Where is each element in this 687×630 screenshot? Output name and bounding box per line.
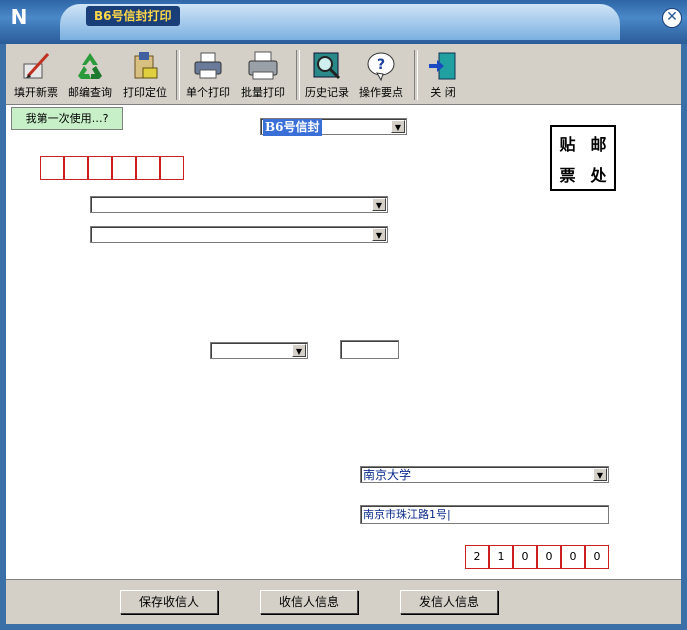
- locate-icon: [134, 52, 158, 79]
- history-button[interactable]: 历史记录: [300, 50, 354, 102]
- toolbar-label: 邮编查询: [68, 86, 112, 99]
- toolbar-label: 历史记录: [305, 86, 349, 99]
- stamp-area: 贴 邮 票 处: [550, 125, 616, 191]
- sender-zip-digit[interactable]: 0: [585, 545, 609, 569]
- chevron-down-icon: ▼: [372, 198, 386, 211]
- recipient-info-button[interactable]: 收信人信息: [260, 590, 358, 614]
- chevron-down-icon: ▼: [391, 120, 405, 133]
- recipient-zip-digit[interactable]: [112, 156, 136, 180]
- sender-zip-digit[interactable]: 0: [561, 545, 585, 569]
- window-frame-right: [681, 44, 687, 630]
- sender-org-value: 南京大学: [363, 468, 412, 482]
- toolbar-label: 打印定位: [123, 86, 167, 99]
- recycle-icon: [78, 53, 102, 79]
- exit-door-icon: [429, 52, 456, 80]
- sender-zip-digit[interactable]: 2: [465, 545, 489, 569]
- zip-query-button[interactable]: 邮编查询: [64, 50, 116, 102]
- single-print-button[interactable]: 单个打印: [182, 50, 234, 102]
- sender-zip-digit[interactable]: 0: [537, 545, 561, 569]
- recipient-zip-digit[interactable]: [136, 156, 160, 180]
- toolbar-separator: [414, 50, 418, 100]
- recipient-zip-digit[interactable]: [160, 156, 184, 180]
- sender-zip-digit[interactable]: 0: [513, 545, 537, 569]
- chevron-down-icon: ▼: [372, 228, 386, 241]
- help-icon: ?: [367, 52, 395, 82]
- save-recipient-button[interactable]: 保存收信人: [120, 590, 218, 614]
- envelope-type-value: B6号信封: [263, 119, 322, 136]
- chevron-down-icon: ▼: [292, 344, 306, 357]
- stamp-char: 贴: [559, 134, 576, 154]
- recipient-zip-digit[interactable]: [40, 156, 64, 180]
- batch-printer-icon: [248, 51, 278, 80]
- operation-tips-button[interactable]: ? 操作要点: [354, 50, 408, 102]
- pen-ticket-icon: [23, 52, 50, 79]
- batch-print-button[interactable]: 批量打印: [236, 50, 290, 102]
- recipient-name-input[interactable]: [340, 340, 399, 359]
- recipient-zip-digit[interactable]: [88, 156, 112, 180]
- first-use-help-button[interactable]: 我第一次使用…?: [11, 107, 123, 130]
- recipient-address-select-2[interactable]: ▼: [90, 226, 388, 243]
- stamp-char: 处: [590, 165, 607, 185]
- print-locate-button[interactable]: 打印定位: [118, 50, 172, 102]
- svg-text:?: ?: [377, 57, 385, 73]
- window-title: B6号信封打印: [86, 6, 180, 26]
- recipient-title-select[interactable]: ▼: [210, 342, 308, 359]
- toolbar-label: 关 闭: [430, 86, 456, 99]
- stamp-char: 票: [559, 165, 576, 185]
- stamp-char: 邮: [590, 134, 607, 154]
- chevron-down-icon: ▼: [593, 468, 607, 481]
- sender-zip-digit[interactable]: 1: [489, 545, 513, 569]
- printer-icon: [194, 52, 222, 79]
- recipient-address-select-1[interactable]: ▼: [90, 196, 388, 213]
- sender-org-select[interactable]: 南京大学 ▼: [360, 466, 609, 483]
- envelope-type-select[interactable]: B6号信封 ▼: [260, 118, 407, 136]
- toolbar-label: 填开新票: [14, 86, 58, 99]
- close-app-button[interactable]: 关 闭: [420, 50, 466, 102]
- sender-info-button[interactable]: 发信人信息: [400, 590, 498, 614]
- toolbar-label: 批量打印: [241, 86, 285, 99]
- app-logo-icon: N: [10, 5, 28, 29]
- window-close-button[interactable]: ✕: [662, 8, 682, 28]
- fill-new-ticket-button[interactable]: 填开新票: [10, 50, 62, 102]
- window-frame-bottom: [0, 624, 687, 630]
- toolbar-label: 操作要点: [359, 86, 403, 99]
- recipient-zip-digit[interactable]: [64, 156, 88, 180]
- toolbar: 填开新票 邮编查询 打印定位 单个打印 批量打印 历史记录 ? 操作要点 关 闭: [6, 44, 681, 105]
- toolbar-label: 单个打印: [186, 86, 230, 99]
- history-search-icon: [313, 52, 341, 80]
- sender-address-input[interactable]: 南京市珠江路1号|: [360, 505, 609, 524]
- toolbar-separator: [176, 50, 180, 100]
